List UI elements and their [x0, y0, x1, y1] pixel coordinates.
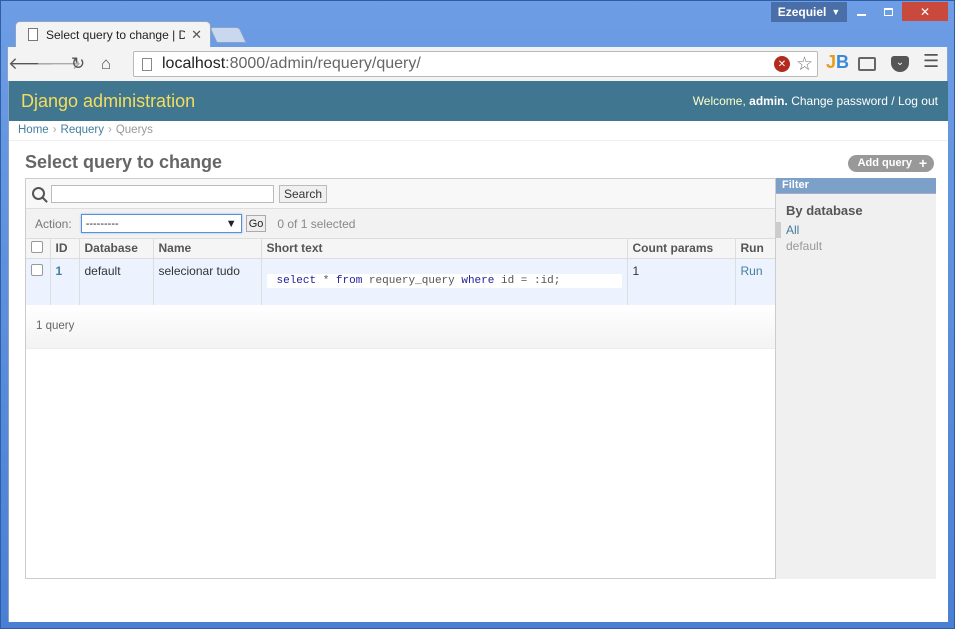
filter-title: Filter	[776, 178, 936, 194]
code-text: requery_query	[362, 274, 462, 287]
welcome-text: Welcome,	[692, 94, 746, 108]
maximize-button[interactable]	[875, 2, 902, 21]
browser-tab[interactable]: Select query to change | D ✕	[15, 21, 211, 47]
home-icon[interactable]: ⌂	[92, 54, 120, 74]
forward-icon[interactable]: 🡒	[36, 54, 82, 74]
tab-title: Select query to change | D	[46, 27, 186, 42]
close-tab-icon[interactable]: ✕	[191, 27, 202, 43]
action-select[interactable]: --------- ▼	[80, 214, 242, 233]
result-list: ID Database Name Short text Count params…	[26, 239, 775, 305]
code-snippet: select * from requery_query where id = :…	[266, 273, 622, 288]
code-keyword: where	[461, 274, 495, 287]
search-bar: Search	[26, 179, 775, 209]
selection-counter: 0 of 1 selected	[277, 216, 356, 231]
action-label: Action:	[35, 216, 72, 231]
run-cell: Run	[735, 258, 775, 305]
row-id-link[interactable]: 1	[56, 264, 63, 278]
row-checkbox[interactable]	[31, 263, 43, 276]
minimize-icon	[857, 13, 866, 16]
reload-icon[interactable]: ↻	[64, 54, 92, 74]
filter-option-all-link[interactable]: All	[786, 223, 799, 237]
breadcrumb: Home › Requery › Querys	[9, 121, 948, 141]
menu-icon[interactable]: ☰	[923, 51, 939, 72]
page-content: Django administration Welcome, admin. Ch…	[8, 81, 948, 622]
change-password-link[interactable]: Change password	[791, 94, 888, 108]
database-cell: default	[79, 258, 154, 305]
go-button[interactable]: Go	[245, 215, 267, 232]
row-select-cell	[26, 258, 51, 305]
search-icon	[32, 187, 45, 200]
bookmark-star-icon[interactable]: ☆	[796, 53, 813, 76]
action-selected: ---------	[85, 217, 119, 230]
minimize-button[interactable]	[848, 2, 875, 21]
name-cell: selecionar tudo	[153, 258, 262, 305]
table-row: 1 default selecionar tudo select * from …	[26, 258, 775, 305]
filter-option-default[interactable]: default	[776, 238, 936, 254]
dropdown-arrow-icon: ▼	[225, 217, 237, 230]
close-window-button[interactable]: ✕	[902, 2, 948, 21]
pocket-icon[interactable]: ⌄	[891, 56, 909, 72]
breadcrumb-sep: ›	[108, 124, 112, 136]
count-params-cell: 1	[627, 258, 736, 305]
browser-toolbar: 🡐 🡒 ↻ ⌂ localhost:8000/admin/requery/que…	[7, 47, 948, 81]
code-keyword: from	[335, 274, 363, 287]
changelist: Search Action: --------- ▼ Go 0 of 1 sel…	[25, 178, 936, 579]
browser-window: Ezequiel ▼ ✕ Select query to change | D …	[0, 0, 955, 629]
user-tools: Welcome, admin. Change password / Log ou…	[693, 94, 938, 108]
changelist-main: Search Action: --------- ▼ Go 0 of 1 sel…	[26, 179, 775, 578]
admin-header: Django administration Welcome, admin. Ch…	[9, 81, 948, 121]
page-info-icon[interactable]	[142, 57, 152, 71]
select-all-checkbox[interactable]	[31, 240, 43, 253]
filter-option-all[interactable]: All	[776, 222, 936, 238]
window-controls: ✕	[848, 2, 948, 21]
search-input[interactable]	[51, 184, 274, 203]
close-icon: ✕	[919, 4, 931, 19]
address-bar[interactable]: localhost:8000/admin/requery/query/ ✕ ☆	[133, 51, 818, 77]
page-icon	[28, 28, 38, 41]
column-header-short-text[interactable]: Short text	[261, 239, 628, 259]
code-text: id = :id;	[494, 274, 561, 287]
profile-button[interactable]: Ezequiel ▼	[771, 2, 847, 22]
logout-link[interactable]: Log out	[898, 94, 938, 108]
jetbrains-extension-icon[interactable]: JB	[826, 52, 849, 73]
separator: /	[891, 94, 895, 108]
column-header-count-params[interactable]: Count params	[627, 239, 736, 259]
url-host: localhost	[162, 55, 226, 72]
new-tab-button[interactable]	[209, 27, 247, 43]
search-button[interactable]: Search	[279, 184, 328, 203]
profile-name: Ezequiel	[777, 5, 827, 19]
breadcrumb-sep: ›	[52, 124, 57, 136]
code-keyword: select	[276, 274, 317, 287]
blocked-icon[interactable]: ✕	[773, 56, 790, 72]
paginator: 1 query	[26, 305, 775, 349]
actions-bar: Action: --------- ▼ Go 0 of 1 selected	[26, 209, 775, 239]
back-icon[interactable]: 🡐	[8, 54, 54, 74]
url-path: :8000/admin/requery/query/	[225, 55, 421, 72]
breadcrumb-current: Querys	[115, 124, 153, 136]
maximize-icon	[884, 7, 893, 16]
breadcrumb-app[interactable]: Requery	[61, 124, 104, 136]
add-query-button[interactable]: Add query +	[847, 155, 934, 172]
column-header-run[interactable]: Run	[735, 239, 775, 259]
select-all-header	[26, 239, 51, 259]
plus-icon: +	[918, 155, 927, 171]
cast-icon[interactable]	[858, 57, 876, 71]
username: admin.	[749, 94, 788, 108]
filter-sidebar: Filter By database All default	[775, 178, 936, 579]
column-header-id[interactable]: ID	[50, 239, 80, 259]
breadcrumb-home[interactable]: Home	[18, 124, 49, 136]
column-header-name[interactable]: Name	[153, 239, 262, 259]
page-title: Select query to change	[25, 152, 223, 172]
site-brand[interactable]: Django administration	[21, 91, 195, 112]
url-text: localhost:8000/admin/requery/query/	[162, 55, 774, 73]
code-text: *	[316, 274, 336, 287]
column-header-database[interactable]: Database	[79, 239, 154, 259]
id-cell: 1	[50, 258, 80, 305]
caret-down-icon: ▼	[831, 7, 841, 17]
add-query-label: Add query	[857, 157, 912, 169]
run-link[interactable]: Run	[741, 264, 763, 278]
short-text-cell: select * from requery_query where id = :…	[261, 258, 628, 305]
filter-options: All default	[776, 222, 936, 254]
filter-section-title: By database	[786, 203, 863, 218]
